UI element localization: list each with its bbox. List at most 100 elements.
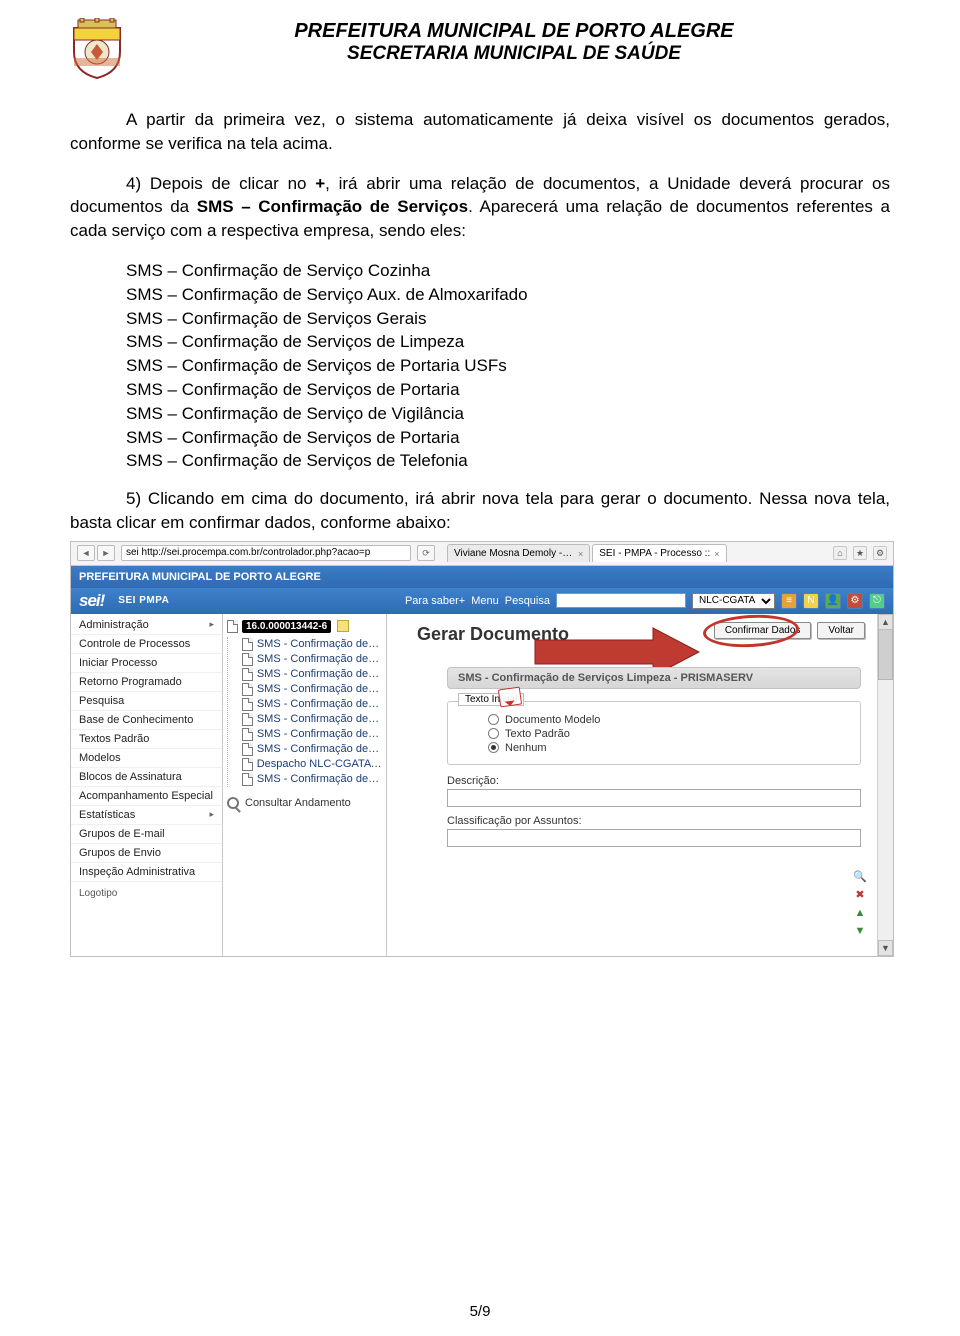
- search-icon: [227, 797, 239, 809]
- sidebar-item[interactable]: Administração▸: [71, 616, 222, 635]
- chevron-right-icon: ▸: [209, 619, 214, 630]
- browser-forward-icon[interactable]: ►: [97, 545, 115, 561]
- radio-icon[interactable]: [488, 742, 499, 753]
- form-panel: Gerar Documento Confirmar Dados Voltar S…: [387, 614, 893, 956]
- sidebar-item[interactable]: Retorno Programado: [71, 673, 222, 692]
- sidebar-item[interactable]: Modelos: [71, 749, 222, 768]
- tab-close-icon[interactable]: ×: [578, 549, 583, 559]
- link-pesquisa[interactable]: Pesquisa: [505, 595, 550, 607]
- scroll-down-icon[interactable]: ▼: [878, 940, 893, 956]
- doc-icon: [242, 728, 253, 741]
- sidebar-item[interactable]: Estatísticas▸: [71, 806, 222, 825]
- sidebar-item[interactable]: Base de Conhecimento: [71, 711, 222, 730]
- browser-refresh-icon[interactable]: ⟳: [417, 545, 435, 561]
- confirmar-dados-button[interactable]: Confirmar Dados: [714, 622, 812, 639]
- service-list-item: SMS – Confirmação de Serviços Gerais: [70, 307, 890, 331]
- legend-callout-icon: [498, 686, 522, 707]
- link-parasaber[interactable]: Para saber+: [405, 595, 465, 607]
- move-up-icon[interactable]: ▲: [853, 906, 867, 920]
- browser-tab[interactable]: Viviane Mosna Demoly - Outlo…×: [447, 544, 590, 562]
- texto-inicial-fieldset: Texto Inicial Documento ModeloTexto Padr…: [447, 701, 861, 765]
- embedded-screenshot: ◄ ► sei http://sei.procempa.com.br/contr…: [70, 541, 894, 957]
- services-list: SMS – Confirmação de Serviço CozinhaSMS …: [70, 259, 890, 473]
- toolbar-icon-user[interactable]: 👤: [825, 593, 841, 609]
- radio-label: Texto Padrão: [505, 728, 570, 740]
- tab-close-icon[interactable]: ×: [714, 549, 719, 559]
- browser-tab[interactable]: SEI - PMPA - Processo ::×: [592, 544, 726, 562]
- sidebar-item[interactable]: Grupos de Envio: [71, 844, 222, 863]
- consultar-andamento[interactable]: Consultar Andamento: [227, 797, 382, 809]
- radio-icon[interactable]: [488, 714, 499, 725]
- tree-document-item[interactable]: SMS - Confirmação de Se: [242, 697, 382, 712]
- classificacao-label: Classificação por Assuntos:: [447, 815, 861, 827]
- descricao-input[interactable]: [447, 789, 861, 807]
- service-list-item: SMS – Confirmação de Serviço de Vigilânc…: [70, 402, 890, 426]
- sei-search-input[interactable]: [556, 593, 686, 608]
- consultar-label: Consultar Andamento: [245, 797, 351, 809]
- doc-icon: [242, 698, 253, 711]
- tree-document-item[interactable]: SMS - Confirmação de Se: [242, 727, 382, 742]
- sidebar-item[interactable]: Textos Padrão: [71, 730, 222, 749]
- doc-icon: [242, 743, 253, 756]
- sidebar-item[interactable]: Controle de Processos: [71, 635, 222, 654]
- tree-document-item[interactable]: SMS - Confirmação de Se: [242, 637, 382, 652]
- sei-logo: sei!: [79, 591, 104, 611]
- doc-icon: [242, 683, 253, 696]
- radio-option[interactable]: Texto Padrão: [488, 728, 848, 740]
- municipal-crest-icon: [70, 18, 124, 80]
- remove-subject-icon[interactable]: ✖: [853, 888, 867, 902]
- unit-select[interactable]: NLC-CGATA: [692, 593, 775, 609]
- page-icon: [227, 620, 238, 633]
- descricao-label: Descrição:: [447, 775, 861, 787]
- browser-back-icon[interactable]: ◄: [77, 545, 95, 561]
- toolbar-icon-config[interactable]: ⚙: [847, 593, 863, 609]
- sidebar-item[interactable]: Pesquisa: [71, 692, 222, 711]
- scroll-thumb[interactable]: [878, 630, 893, 680]
- tree-document-item[interactable]: SMS - Confirmação de Se: [242, 682, 382, 697]
- browser-star-icon[interactable]: ★: [853, 546, 867, 560]
- move-down-icon[interactable]: ▼: [853, 924, 867, 938]
- process-number: 16.0.000013442-6: [242, 620, 331, 633]
- tree-document-item[interactable]: SMS - Confirmação de Se: [242, 742, 382, 757]
- radio-label: Nenhum: [505, 742, 547, 754]
- page-number: 5/9: [0, 1303, 960, 1320]
- vertical-scrollbar[interactable]: ▲ ▼: [877, 614, 893, 956]
- doc-icon: [242, 758, 253, 771]
- address-bar[interactable]: sei http://sei.procempa.com.br/controlad…: [121, 545, 411, 561]
- radio-option[interactable]: Nenhum: [488, 742, 848, 754]
- process-flag-icon: [337, 620, 349, 632]
- letterhead: PREFEITURA MUNICIPAL DE PORTO ALEGRE SEC…: [70, 18, 890, 80]
- tree-document-item[interactable]: Despacho NLC-CGATA 03: [242, 757, 382, 772]
- tree-document-item[interactable]: SMS - Confirmação de Se: [242, 772, 382, 787]
- radio-option[interactable]: Documento Modelo: [488, 714, 848, 726]
- sei-top-bar: sei! SEI PMPA Para saber+ Menu Pesquisa …: [71, 588, 893, 614]
- tree-document-item[interactable]: SMS - Confirmação de Se: [242, 667, 382, 682]
- tree-document-item[interactable]: SMS - Confirmação de Se: [242, 652, 382, 667]
- browser-tabs: Viviane Mosna Demoly - Outlo…×SEI - PMPA…: [447, 544, 727, 562]
- paragraph-5: 5) Clicando em cima do documento, irá ab…: [70, 487, 890, 535]
- toolbar-icon-exit[interactable]: ⎋: [869, 593, 885, 609]
- plus-symbol: +: [315, 174, 325, 193]
- browser-home-icon[interactable]: ⌂: [833, 546, 847, 560]
- sidebar-item[interactable]: Grupos de E-mail: [71, 825, 222, 844]
- doc-icon: [242, 773, 253, 786]
- classificacao-input[interactable]: [447, 829, 861, 847]
- sidebar-item[interactable]: Inspeção Administrativa: [71, 863, 222, 882]
- sidebar-item[interactable]: Acompanhamento Especial: [71, 787, 222, 806]
- scroll-up-icon[interactable]: ▲: [878, 614, 893, 630]
- sidebar-item[interactable]: Blocos de Assinatura: [71, 768, 222, 787]
- p4-bold: SMS – Confirmação de Serviços: [197, 197, 468, 216]
- link-menu[interactable]: Menu: [471, 595, 499, 607]
- radio-icon[interactable]: [488, 728, 499, 739]
- doc-icon: [242, 713, 253, 726]
- radio-label: Documento Modelo: [505, 714, 600, 726]
- sidebar-item[interactable]: Iniciar Processo: [71, 654, 222, 673]
- search-subject-icon[interactable]: 🔍: [853, 870, 867, 884]
- voltar-button[interactable]: Voltar: [817, 622, 865, 639]
- toolbar-icon-1[interactable]: ≡: [781, 593, 797, 609]
- doc-icon: [242, 638, 253, 651]
- process-root[interactable]: 16.0.000013442-6: [227, 620, 382, 633]
- tree-document-item[interactable]: SMS - Confirmação de Se: [242, 712, 382, 727]
- toolbar-icon-n[interactable]: N: [803, 593, 819, 609]
- browser-settings-icon[interactable]: ⚙: [873, 546, 887, 560]
